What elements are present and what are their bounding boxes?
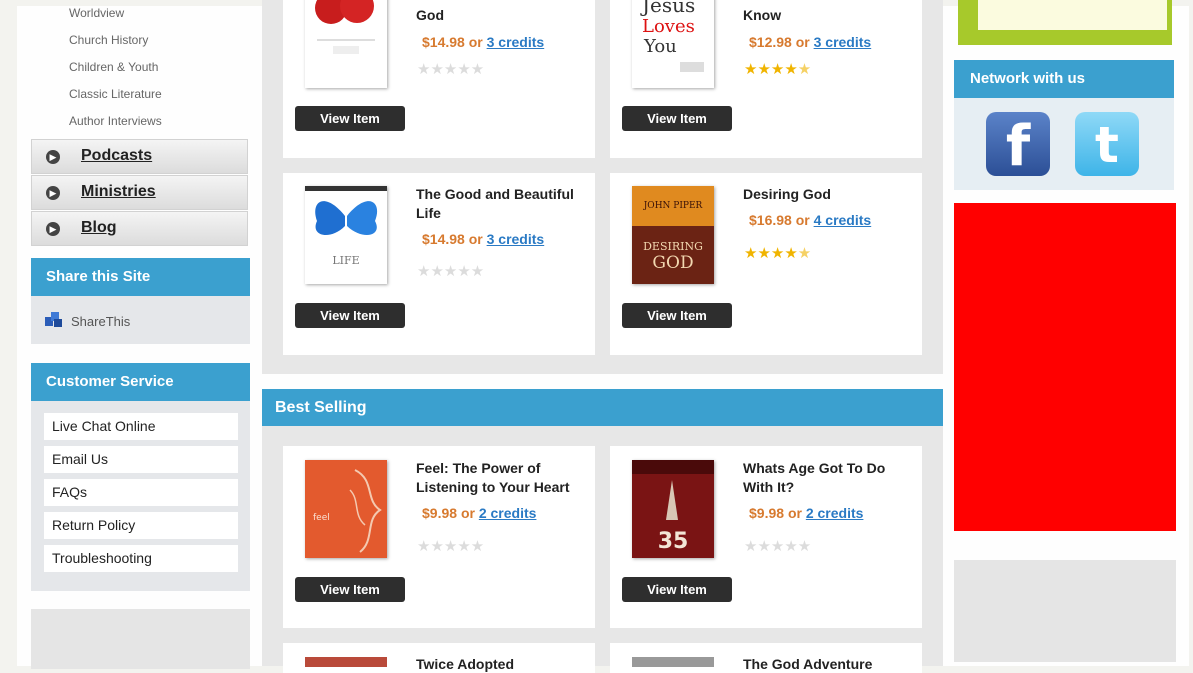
view-item-button[interactable]: View Item [622,106,732,131]
sidebar-sublink-worldview[interactable]: Worldview [69,6,124,20]
cs-troubleshooting[interactable]: Troubleshooting [44,545,238,572]
view-item-button[interactable]: View Item [622,303,732,328]
product-price: $14.98 or 3 credits [422,34,545,50]
main-content: God $14.98 or 3 credits ★★★★★ View Item … [262,0,943,673]
view-item-button[interactable]: View Item [295,577,405,602]
customer-service-header: Customer Service [31,363,250,401]
best-selling-header: Best Selling [262,389,943,426]
svg-text:Loves: Loves [642,16,695,37]
product-title[interactable]: God [416,6,586,25]
svg-text:LIFE: LIFE [332,254,359,267]
cs-return-policy[interactable]: Return Policy [44,512,238,539]
twitter-icon[interactable]: t [1075,112,1139,176]
arrow-right-icon: ▶ [46,186,60,200]
svg-text:You: You [643,36,677,57]
rating-stars: ★★★★★ [744,245,812,262]
right-gray-panel [954,560,1176,662]
sidebar-sublink-children-youth[interactable]: Children & Youth [69,60,158,74]
promo-box [958,0,1172,45]
product-price: $14.98 or 3 credits [422,231,545,247]
network-header: Network with us [954,60,1174,98]
product-title[interactable]: Know [743,6,913,25]
product-price: $9.98 or 2 credits [749,505,864,521]
share-panel: ShareThis [31,296,250,344]
nav-label: Blog [81,219,117,236]
facebook-icon[interactable]: f [986,112,1050,179]
customer-service-panel: Live Chat Online Email Us FAQs Return Po… [31,401,250,591]
left-sidebar: Worldview Church History Children & Yout… [31,6,250,669]
nav-label: Podcasts [81,147,153,164]
svg-text:JOHN PIPER: JOHN PIPER [643,201,703,211]
sidebar-sublink-church-history[interactable]: Church History [69,33,148,47]
share-header: Share this Site [31,258,250,296]
book-cover[interactable] [305,657,387,667]
book-cover[interactable] [632,657,714,667]
credits-link[interactable]: 3 credits [487,231,545,247]
product-card: God $14.98 or 3 credits ★★★★★ View Item [283,0,595,158]
nav-ministries[interactable]: ▶ Ministries [31,175,248,210]
nav-blog[interactable]: ▶ Blog [31,211,248,246]
product-card: LIFE The Good and Beautiful Life $14.98 … [283,173,595,355]
arrow-right-icon: ▶ [46,150,60,164]
view-item-button[interactable]: View Item [295,303,405,328]
product-card: Jesus Loves You Know $12.98 or 3 credits… [610,0,922,158]
left-gray-panel [31,609,250,669]
credits-link[interactable]: 2 credits [806,505,864,521]
product-card: feel Feel: The Power of Listening to You… [283,446,595,628]
credits-link[interactable]: 2 credits [479,505,537,521]
rating-stars: ★★★★★ [744,538,812,555]
product-title[interactable]: Twice Adopted [416,655,586,673]
promo-input-area [978,0,1167,30]
book-cover[interactable]: feel [305,460,387,558]
product-price: $12.98 or 3 credits [749,34,872,50]
view-item-button[interactable]: View Item [622,577,732,602]
product-title[interactable]: Whats Age Got To Do With It? [743,459,913,497]
svg-text:feel: feel [313,513,330,523]
svg-text:35: 35 [658,529,689,554]
cs-live-chat[interactable]: Live Chat Online [44,413,238,440]
nav-label: Ministries [81,183,156,200]
sharethis-icon [45,312,62,327]
rating-stars: ★★★★★ [744,61,812,78]
svg-text:DESIRING: DESIRING [643,240,703,253]
credits-link[interactable]: 3 credits [487,34,545,50]
view-item-button[interactable]: View Item [295,106,405,131]
book-cover[interactable]: 35 [632,460,714,558]
product-title[interactable]: The God Adventure [743,655,913,673]
cs-email-us[interactable]: Email Us [44,446,238,473]
arrow-right-icon: ▶ [46,222,60,236]
network-panel: f t [954,98,1174,190]
product-title[interactable]: The Good and Beautiful Life [416,185,586,223]
rating-stars: ★★★★★ [417,263,485,280]
product-price: $16.98 or 4 credits [749,212,872,228]
ad-banner[interactable] [954,203,1176,531]
product-card: The God Adventure [610,643,922,673]
svg-text:Jesus: Jesus [640,0,695,17]
product-card: Twice Adopted [283,643,595,673]
sidebar-sublink-classic-literature[interactable]: Classic Literature [69,87,162,101]
nav-podcasts[interactable]: ▶ Podcasts [31,139,248,174]
rating-stars: ★★★★★ [417,61,485,78]
cs-faqs[interactable]: FAQs [44,479,238,506]
right-sidebar: Network with us f t [954,0,1176,662]
book-cover[interactable]: JOHN PIPER DESIRING GOD [632,186,714,284]
product-card: 35 Whats Age Got To Do With It? $9.98 or… [610,446,922,628]
book-cover[interactable]: Jesus Loves You [632,0,714,88]
product-price: $9.98 or 2 credits [422,505,537,521]
sharethis-link[interactable]: ShareThis [71,314,130,329]
product-card: JOHN PIPER DESIRING GOD Desiring God $16… [610,173,922,355]
product-title[interactable]: Feel: The Power of Listening to Your Hea… [416,459,586,497]
credits-link[interactable]: 3 credits [814,34,872,50]
credits-link[interactable]: 4 credits [814,212,872,228]
sidebar-sublink-author-interviews[interactable]: Author Interviews [69,114,162,128]
svg-text:GOD: GOD [652,253,693,273]
book-cover[interactable]: LIFE [305,186,387,284]
book-cover[interactable] [305,0,387,88]
product-title[interactable]: Desiring God [743,185,913,204]
rating-stars: ★★★★★ [417,538,485,555]
